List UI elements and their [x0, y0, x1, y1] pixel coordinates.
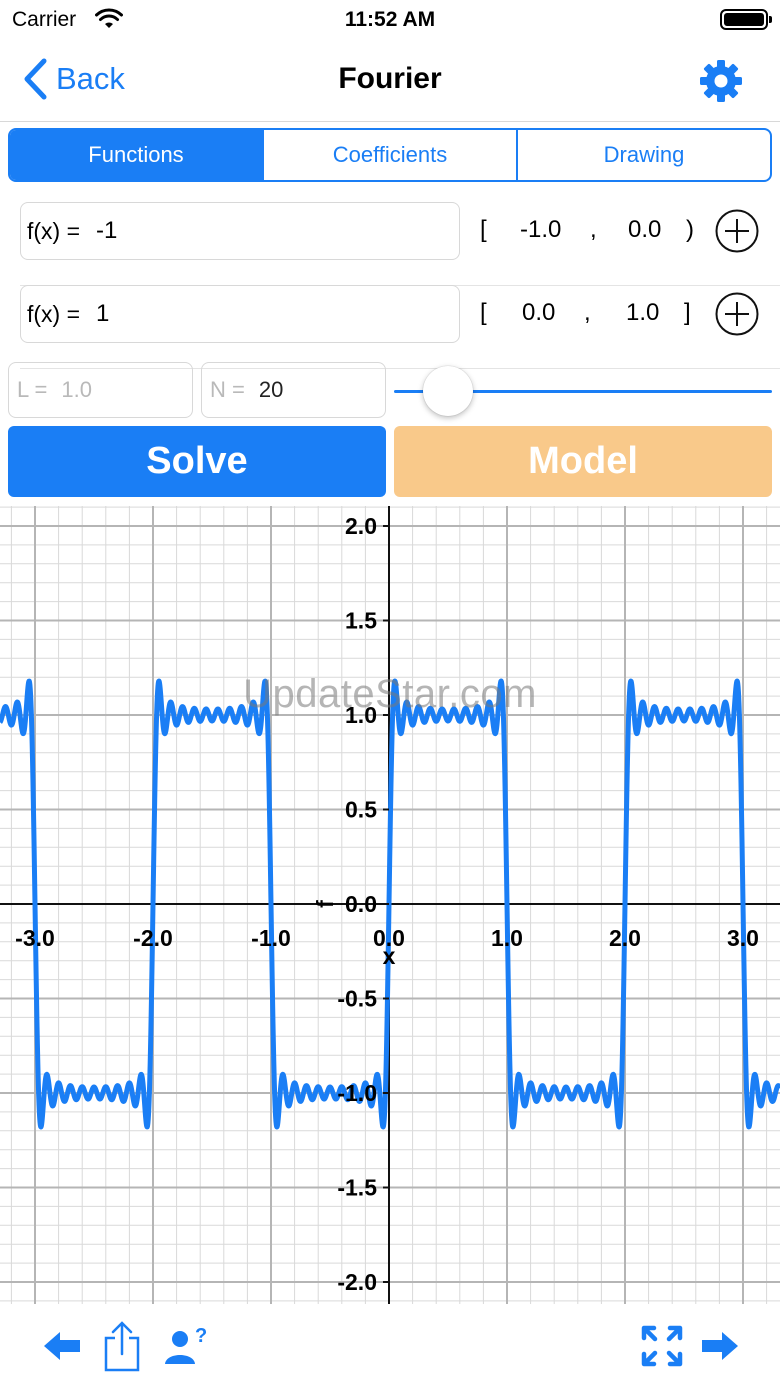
interval: [ -1.0 , 0.0 ) — [478, 212, 700, 252]
gear-icon[interactable] — [698, 58, 744, 104]
x-tick-label: 3.0 — [727, 925, 759, 951]
x-tick-label: -1.0 — [251, 925, 291, 951]
n-field[interactable]: N = 20 — [201, 362, 386, 418]
function-label: f(x) = — [27, 300, 81, 327]
page-title: Fourier — [338, 62, 442, 95]
slider-thumb[interactable] — [422, 366, 473, 416]
segmented-control: Functions Coefficients Drawing — [8, 128, 772, 182]
arrow-right-icon[interactable] — [698, 1324, 742, 1368]
y-tick-label: 1.0 — [345, 702, 377, 728]
tab-drawing[interactable]: Drawing — [518, 130, 770, 180]
interval-comma: , — [590, 216, 597, 243]
status-bar: Carrier 11:52 AM — [0, 0, 780, 40]
y-axis-label: f — [312, 900, 338, 908]
y-tick-label: 0.5 — [345, 797, 377, 823]
interval-start[interactable]: -1.0 — [520, 216, 561, 244]
interval-open-bracket: [ — [480, 299, 487, 326]
navigation-bar: Back Fourier — [0, 40, 780, 122]
y-tick-label: -1.5 — [337, 1175, 377, 1201]
fourier-plot[interactable]: -3.0 -2.0 -1.0 0.0 1.0 2.0 3.0 2.0 1.5 1.0 0.5 0.0-… — [0, 506, 780, 1304]
add-circle-icon[interactable] — [715, 292, 759, 336]
tab-coefficients[interactable]: Coefficients — [264, 130, 518, 180]
x-tick-label: -3.0 — [15, 925, 55, 951]
expand-icon[interactable] — [640, 1324, 684, 1368]
interval-open-bracket: [ — [480, 216, 487, 243]
terms-slider[interactable] — [394, 364, 772, 416]
function-row: f(x) = -1 [ -1.0 , 0.0 ) — [0, 202, 780, 286]
interval-close-bracket: ) — [686, 216, 694, 243]
n-value: 20 — [258, 377, 284, 402]
function-expression: -1 — [96, 217, 118, 244]
interval-close-bracket: ] — [684, 299, 691, 326]
y-tick-label: 2.0 — [345, 513, 377, 539]
add-circle-icon[interactable] — [715, 209, 759, 253]
l-value: 1.0 — [61, 377, 92, 402]
share-icon[interactable] — [102, 1320, 142, 1372]
y-tick-label: -1.0 — [337, 1080, 377, 1106]
interval-start[interactable]: 0.0 — [522, 299, 555, 327]
bottom-toolbar: ? — [0, 1304, 780, 1387]
y-tick-label: 1.5 — [345, 608, 377, 634]
arrow-left-icon[interactable] — [40, 1324, 84, 1368]
interval: [ 0.0 , 1.0 ] — [478, 295, 700, 335]
interval-end[interactable]: 1.0 — [626, 299, 659, 327]
function-field[interactable]: f(x) = -1 — [20, 202, 460, 260]
n-label: N = — [210, 377, 245, 402]
svg-text:?: ? — [195, 1325, 207, 1347]
x-tick-label: -2.0 — [133, 925, 173, 951]
l-label: L = — [17, 377, 48, 402]
interval-end[interactable]: 0.0 — [628, 216, 661, 244]
y-tick-label: -0.5 — [337, 986, 377, 1012]
x-axis-label: x — [383, 943, 396, 969]
solve-button[interactable]: Solve — [8, 426, 386, 497]
tab-functions[interactable]: Functions — [10, 130, 264, 180]
function-row: f(x) = 1 [ 0.0 , 1.0 ] — [0, 285, 780, 369]
x-tick-label: 1.0 — [491, 925, 523, 951]
l-field[interactable]: L = 1.0 — [8, 362, 193, 418]
plot-canvas: -3.0 -2.0 -1.0 0.0 1.0 2.0 3.02.01.51.00.50.0-… — [0, 506, 780, 1304]
x-tick-label: 2.0 — [609, 925, 641, 951]
function-expression: 1 — [96, 300, 110, 327]
y-tick-label: -2.0 — [337, 1269, 377, 1295]
y-tick-label: 0.0 — [345, 891, 377, 917]
function-label: f(x) = — [27, 217, 81, 244]
function-field[interactable]: f(x) = 1 — [20, 285, 460, 343]
battery-icon — [720, 9, 772, 30]
help-user-icon[interactable]: ? — [164, 1324, 208, 1368]
model-button[interactable]: Model — [394, 426, 772, 497]
interval-comma: , — [584, 299, 591, 326]
clock: 11:52 AM — [344, 8, 436, 31]
